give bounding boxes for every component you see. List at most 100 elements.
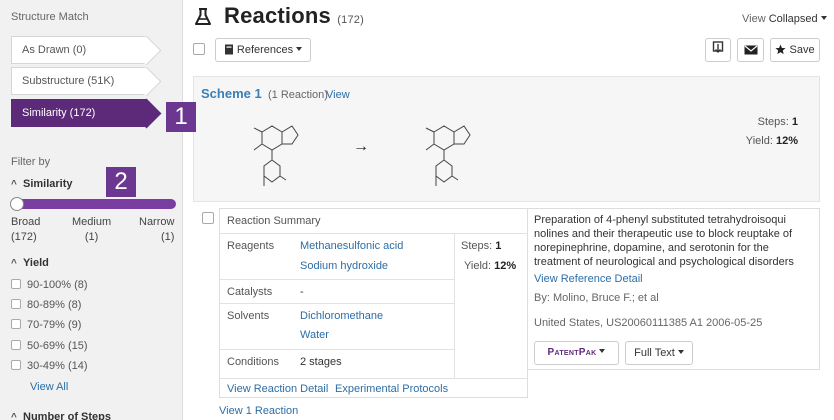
yield-option-label: 50-69% (15): [27, 340, 88, 352]
match-substructure-label: Substructure (51K): [22, 75, 115, 87]
catalysts-row: Catalysts -: [220, 279, 454, 303]
reaction-arrow: →: [353, 138, 369, 155]
yield-filter-option[interactable]: 90-100% (8): [11, 278, 88, 292]
email-button[interactable]: [737, 38, 764, 62]
view-mode-value: Collapsed: [768, 13, 818, 25]
reference-description-line: treatment of neurological and psychologi…: [534, 256, 794, 268]
caret-down-icon: [820, 16, 827, 20]
yield-facet-title: Yield: [23, 257, 49, 269]
checkbox[interactable]: [11, 279, 21, 289]
match-as-drawn-button[interactable]: As Drawn (0): [11, 36, 147, 64]
save-button-label: Save: [789, 44, 815, 56]
match-substructure-button[interactable]: Substructure (51K): [11, 67, 147, 95]
similarity-narrow-count: (1): [161, 231, 175, 243]
yield-filter-option[interactable]: 80-89% (8): [11, 298, 81, 312]
similarity-broad[interactable]: Broad (172): [11, 215, 40, 245]
yield-filter-option[interactable]: 50-69% (15): [11, 339, 88, 353]
flask-icon: [195, 8, 211, 25]
view-mode-dropdown[interactable]: View Collapsed: [742, 13, 827, 25]
view-reference-detail-link[interactable]: View Reference Detail: [534, 273, 643, 285]
reactant-structure-image[interactable]: [240, 110, 316, 192]
reference-description-line: norepinephrine, dopamine, and serotonin …: [534, 242, 769, 254]
match-as-drawn-label: As Drawn (0): [22, 44, 87, 56]
view-mode-label: View: [742, 13, 766, 25]
scheme-title[interactable]: Scheme 1: [201, 86, 262, 101]
reaction-steps-label: Steps:: [461, 240, 493, 252]
view-reaction-detail-link[interactable]: View Reaction Detail: [227, 383, 328, 395]
scheme-yield-label: Yield:: [745, 135, 773, 147]
similarity-slider-track[interactable]: [11, 199, 176, 209]
reagents-label: Reagents: [227, 240, 275, 252]
yield-filter-option[interactable]: 70-79% (9): [11, 318, 81, 332]
callout-marker-1: 1: [166, 102, 196, 132]
reagent-link[interactable]: Sodium hydroxide: [300, 260, 388, 272]
conditions-value: 2 stages: [300, 356, 342, 368]
scheme-stats: Steps: 1 Yield: 12%: [746, 113, 798, 151]
download-button[interactable]: [705, 38, 731, 62]
similarity-medium-label: Medium: [72, 216, 112, 228]
similarity-facet-toggle[interactable]: ^ Similarity: [11, 178, 73, 190]
yield-option-label: 90-100% (8): [27, 279, 88, 291]
similarity-broad-label: Broad: [11, 216, 41, 228]
references-button[interactable]: References: [215, 38, 311, 62]
experimental-protocols-link[interactable]: Experimental Protocols: [335, 383, 448, 395]
similarity-slider-handle[interactable]: [10, 197, 24, 211]
solvents-row: Solvents Dichloromethane Water: [220, 303, 454, 349]
scheme-view-link[interactable]: View: [326, 89, 350, 101]
conditions-label: Conditions: [227, 356, 279, 368]
similarity-broad-count: (172): [11, 231, 37, 243]
structure-match-heading: Structure Match: [11, 11, 89, 23]
catalysts-value: -: [300, 286, 304, 298]
full-text-button-label: Full Text: [634, 347, 675, 359]
similarity-facet-title: Similarity: [23, 178, 73, 190]
similarity-narrow[interactable]: Narrow (1): [139, 215, 174, 245]
steps-facet-title: Number of Steps: [23, 411, 112, 420]
solvent-link[interactable]: Dichloromethane: [300, 310, 383, 322]
full-text-button[interactable]: Full Text: [625, 341, 693, 365]
scheme-yield-value: 12%: [775, 135, 798, 147]
patentpak-button[interactable]: PatentPak: [534, 341, 619, 365]
checkbox[interactable]: [11, 299, 21, 309]
chevron-up-icon: ^: [11, 258, 17, 269]
scheme-reaction-count: (1 Reaction): [268, 89, 328, 101]
reaction-links-row: View Reaction Detail Experimental Protoc…: [220, 378, 527, 398]
callout-marker-2: 2: [106, 167, 136, 197]
reaction-yield-label: Yield:: [464, 260, 492, 272]
similarity-narrow-label: Narrow: [139, 216, 175, 228]
match-similarity-label: Similarity (172): [22, 107, 96, 119]
select-all-checkbox[interactable]: [193, 43, 205, 55]
filter-by-heading: Filter by: [11, 156, 51, 168]
chevron-up-icon: ^: [11, 412, 17, 420]
chevron-up-icon: ^: [11, 179, 17, 190]
catalysts-label: Catalysts: [227, 286, 273, 298]
save-button[interactable]: Save: [770, 38, 820, 62]
caret-down-icon: [677, 350, 684, 354]
yield-facet-toggle[interactable]: ^ Yield: [11, 257, 49, 269]
reaction-select-checkbox[interactable]: [202, 212, 214, 224]
checkbox[interactable]: [11, 360, 21, 370]
caret-down-icon: [599, 349, 606, 353]
yield-option-label: 80-89% (8): [27, 299, 82, 311]
checkbox[interactable]: [11, 319, 21, 329]
conditions-row: Conditions 2 stages: [220, 349, 454, 378]
page-title-text: Reactions: [224, 3, 331, 28]
patentpak-button-label: PatentPak: [547, 347, 597, 358]
reference-description-line: Preparation of 4-phenyl substituted tetr…: [534, 214, 786, 226]
reference-description: Preparation of 4-phenyl substituted tetr…: [534, 213, 816, 269]
checkbox[interactable]: [11, 340, 21, 350]
reaction-summary-label: Reaction Summary: [227, 215, 321, 227]
reagent-link[interactable]: Methanesulfonic acid: [300, 240, 403, 252]
solvent-link[interactable]: Water: [300, 329, 329, 341]
reference-patent-info: United States, US20060111385 A1 2006-05-…: [534, 317, 763, 329]
reference-authors: By: Molino, Bruce F.; et al: [534, 292, 659, 304]
product-structure-image[interactable]: [412, 110, 488, 192]
page-title: Reactions (172): [224, 3, 364, 29]
references-button-label: References: [236, 44, 294, 56]
steps-facet-toggle[interactable]: ^ Number of Steps: [11, 411, 111, 420]
similarity-medium[interactable]: Medium (1): [72, 215, 111, 245]
match-similarity-button[interactable]: Similarity (172): [11, 99, 147, 127]
star-icon: [775, 44, 786, 55]
view-one-reaction-link[interactable]: View 1 Reaction: [219, 405, 298, 417]
yield-view-all-link[interactable]: View All: [30, 381, 68, 393]
yield-filter-option[interactable]: 30-49% (14): [11, 359, 88, 373]
